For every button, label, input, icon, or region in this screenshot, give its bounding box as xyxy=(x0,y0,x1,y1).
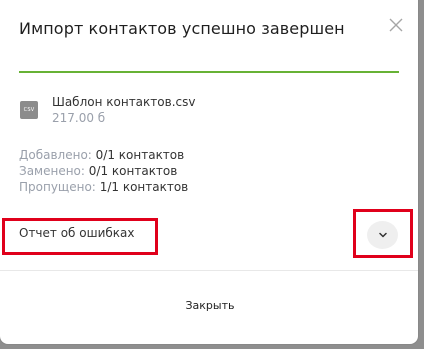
stat-replaced-label: Заменено: xyxy=(19,164,85,178)
csv-file-icon: CSV xyxy=(20,101,38,119)
errors-label-highlight xyxy=(2,218,158,255)
file-name: Шаблон контактов.csv xyxy=(52,95,196,109)
stat-replaced-value: 0/1 контактов xyxy=(88,164,178,178)
stat-added-value: 0/1 контактов xyxy=(95,148,185,162)
close-button[interactable]: Закрыть xyxy=(160,295,260,317)
file-size: 217.00 б xyxy=(52,111,106,125)
stat-skipped-label: Пропущено: xyxy=(19,180,96,194)
stat-replaced: Заменено: 0/1 контактов xyxy=(19,164,177,178)
stat-added-label: Добавлено: xyxy=(19,148,92,162)
expand-button-highlight xyxy=(353,209,413,258)
import-progress-bar xyxy=(19,71,399,73)
import-result-dialog: Импорт контактов успешно завершен CSV Ша… xyxy=(0,0,418,344)
file-icon-label: CSV xyxy=(23,107,35,113)
dialog-title: Импорт контактов успешно завершен xyxy=(19,19,345,38)
import-progress-fill xyxy=(19,71,399,73)
footer-divider xyxy=(0,270,418,271)
stat-skipped: Пропущено: 1/1 контактов xyxy=(19,180,188,194)
close-icon[interactable] xyxy=(387,16,405,34)
stat-added: Добавлено: 0/1 контактов xyxy=(19,148,184,162)
stat-skipped-value: 1/1 контактов xyxy=(99,180,189,194)
